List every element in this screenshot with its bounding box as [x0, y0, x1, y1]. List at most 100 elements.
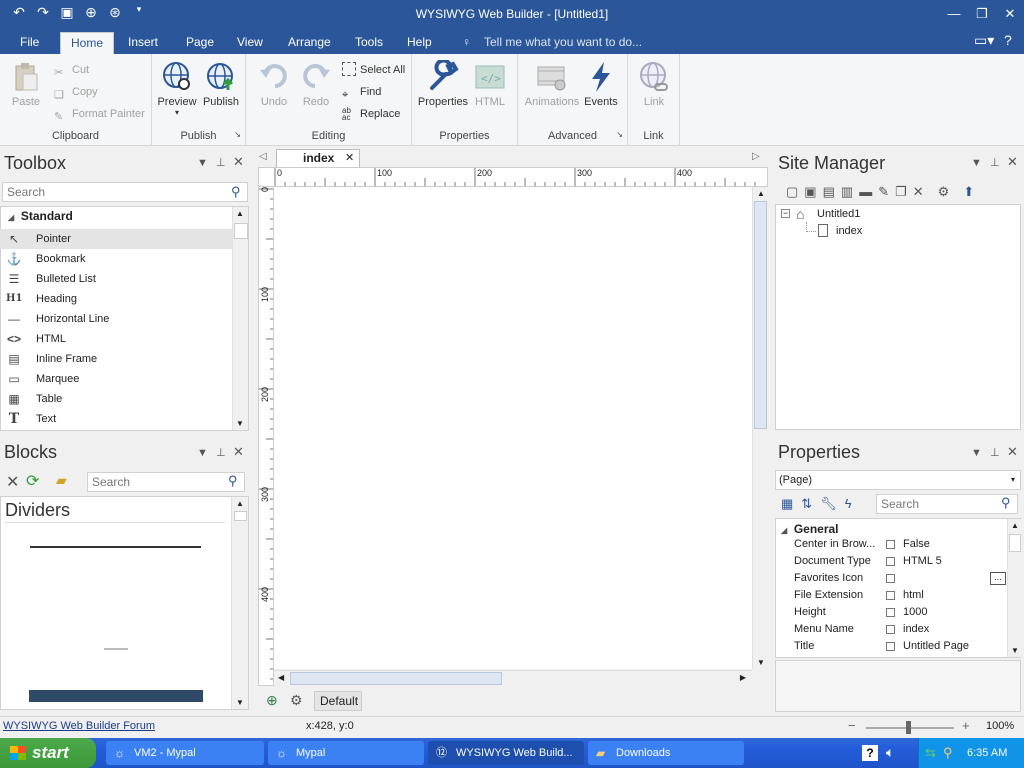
- scroll-left-icon[interactable]: ◀: [278, 673, 284, 682]
- scroll-down-icon[interactable]: ▼: [1011, 646, 1019, 655]
- tree-collapse-icon[interactable]: −: [781, 209, 790, 218]
- toolbox-item-heading[interactable]: H1 Heading: [0, 289, 232, 309]
- tab-home[interactable]: Home: [60, 32, 114, 54]
- toolbox-item-pointer[interactable]: ↖ Pointer: [0, 229, 232, 249]
- scroll-up-icon[interactable]: ▲: [757, 189, 765, 198]
- scroll-up-icon[interactable]: ▲: [236, 499, 244, 508]
- toolbox-dropdown-icon[interactable]: ▼: [197, 157, 208, 169]
- property-row[interactable]: File Extension html: [776, 587, 1008, 604]
- properties-scroll-thumb[interactable]: [1009, 534, 1021, 552]
- properties-search-input[interactable]: Search: [876, 494, 1018, 514]
- zoom-in-button[interactable]: +: [962, 718, 970, 733]
- blocks-pin-icon[interactable]: ⊥: [216, 446, 226, 459]
- site-manager-close-icon[interactable]: ✕: [1007, 154, 1018, 170]
- advanced-launcher-icon[interactable]: ↘: [616, 130, 623, 139]
- site-page-index[interactable]: index: [836, 225, 862, 237]
- toolbox-scroll-thumb[interactable]: [234, 223, 248, 239]
- move-up-icon[interactable]: ⬆: [963, 184, 974, 200]
- toolbox-item-text[interactable]: T Text: [0, 409, 232, 429]
- restore-button[interactable]: ❐: [968, 0, 996, 28]
- cut-button[interactable]: ✂ Cut: [54, 61, 89, 79]
- zoom-out-button[interactable]: −: [848, 718, 856, 733]
- tab-arrange[interactable]: Arrange: [278, 32, 341, 54]
- properties-pin-icon[interactable]: ⊥: [990, 446, 1000, 459]
- forum-link[interactable]: WYSIWYG Web Builder Forum: [3, 720, 155, 732]
- animations-button[interactable]: Animations: [522, 60, 582, 108]
- site-root[interactable]: Untitled1: [817, 208, 860, 220]
- redo-button[interactable]: Redo: [294, 60, 338, 108]
- zoom-slider-thumb[interactable]: [906, 721, 911, 734]
- blocks-scrollbar[interactable]: ▲ ▼: [231, 497, 248, 709]
- scroll-up-icon[interactable]: ▲: [1011, 521, 1019, 530]
- task-vm2-mypal[interactable]: ☼ VM2 - Mypal: [106, 741, 264, 765]
- replace-button[interactable]: ab ac Replace: [342, 105, 400, 123]
- delete-page-icon[interactable]: ✕: [913, 184, 924, 200]
- tab-scroll-left-icon[interactable]: ◁: [259, 151, 267, 162]
- toolbox-search-input[interactable]: Search: [2, 182, 248, 202]
- properties-button[interactable]: Properties: [416, 60, 470, 108]
- help-tray-icon[interactable]: ?: [862, 745, 878, 761]
- browse-button[interactable]: ...: [990, 572, 1006, 585]
- duplicate-page-icon[interactable]: ❐: [895, 184, 907, 200]
- delete-block-icon[interactable]: ✕: [6, 472, 19, 492]
- canvas-vscroll-thumb[interactable]: [754, 201, 767, 429]
- object-selector[interactable]: (Page) ▾: [775, 470, 1021, 490]
- tab-tools[interactable]: Tools: [345, 32, 393, 54]
- document-tab-index[interactable]: index ✕: [276, 149, 360, 167]
- volume-icon[interactable]: 🔈︎: [886, 744, 894, 761]
- scroll-right-icon[interactable]: ▶: [740, 673, 746, 682]
- toolbox-search-icon[interactable]: ⚲: [231, 184, 241, 200]
- canvas-horizontal-scrollbar[interactable]: ◀ ▶: [274, 670, 752, 686]
- scroll-down-icon[interactable]: ▼: [236, 419, 244, 428]
- events-button[interactable]: Events: [576, 60, 626, 108]
- design-canvas[interactable]: [274, 187, 752, 669]
- scroll-down-icon[interactable]: ▼: [236, 698, 244, 707]
- tab-scroll-right-icon[interactable]: ▷: [752, 151, 760, 162]
- blocks-scroll-thumb[interactable]: [234, 511, 247, 521]
- property-row[interactable]: Title Untitled Page: [776, 638, 1008, 655]
- find-button[interactable]: ⌖ Find: [342, 83, 381, 101]
- property-row[interactable]: Center in Brow... False: [776, 536, 1008, 553]
- canvas-hscroll-thumb[interactable]: [290, 672, 502, 685]
- layout-tab-default[interactable]: Default: [314, 691, 362, 711]
- blocks-search-input[interactable]: Search: [87, 472, 245, 492]
- preview-button[interactable]: Preview ▾: [154, 60, 200, 117]
- task-mypal[interactable]: ☼ Mypal: [268, 741, 424, 765]
- properties-search-icon[interactable]: ⚲: [1001, 495, 1011, 511]
- task-downloads[interactable]: ▰ Downloads: [588, 741, 744, 765]
- add-layout-icon[interactable]: ⊕: [266, 692, 278, 709]
- toolbox-item-marquee[interactable]: ▭ Marquee: [0, 369, 232, 389]
- scroll-down-icon[interactable]: ▼: [757, 658, 765, 667]
- new-page-icon[interactable]: ▢: [786, 184, 798, 200]
- tab-file[interactable]: File: [10, 32, 49, 54]
- toolbox-item-inline-frame[interactable]: ▤ Inline Frame: [0, 349, 232, 369]
- new-folder-icon[interactable]: ▬: [859, 184, 872, 200]
- copy-button[interactable]: ❏ Copy: [54, 83, 98, 101]
- blocks-dropdown-icon[interactable]: ▼: [197, 447, 208, 459]
- start-button[interactable]: start: [0, 738, 96, 768]
- search-tray-icon[interactable]: ⚲: [943, 745, 953, 761]
- site-manager-dropdown-icon[interactable]: ▼: [971, 157, 982, 169]
- properties-wrench-icon[interactable]: 🔧︎: [820, 496, 837, 512]
- divider-block-line[interactable]: [30, 546, 201, 548]
- toolbox-item-bookmark[interactable]: ⚓ Bookmark: [0, 249, 232, 269]
- site-settings-icon[interactable]: ⚙: [938, 184, 950, 200]
- property-row[interactable]: Menu Name index: [776, 621, 1008, 638]
- toolbox-close-icon[interactable]: ✕: [233, 154, 244, 170]
- display-options-icon[interactable]: ▭▾: [974, 32, 994, 49]
- folder-add-icon[interactable]: ▰: [56, 472, 67, 489]
- toolbox-item-bulleted-list[interactable]: ☰ Bulleted List: [0, 269, 232, 289]
- tab-insert[interactable]: Insert: [118, 32, 168, 54]
- property-category-general[interactable]: ◢ General: [781, 522, 839, 536]
- link-page-icon[interactable]: ▥: [841, 184, 853, 200]
- events-lightning-icon[interactable]: ϟ: [845, 496, 852, 512]
- sort-az-icon[interactable]: ⇅: [801, 496, 812, 512]
- properties-dropdown-icon[interactable]: ▼: [971, 447, 982, 459]
- html-button[interactable]: </> HTML: [468, 60, 512, 108]
- canvas-vertical-scrollbar[interactable]: ▲ ▼: [752, 187, 768, 669]
- tell-me-search[interactable]: Tell me what you want to do...: [484, 35, 642, 49]
- refresh-icon[interactable]: ⟳: [26, 471, 39, 491]
- new-page-from-template-icon[interactable]: ▣: [804, 184, 816, 200]
- tab-close-icon[interactable]: ✕: [345, 151, 354, 164]
- property-row[interactable]: Document Type HTML 5: [776, 553, 1008, 570]
